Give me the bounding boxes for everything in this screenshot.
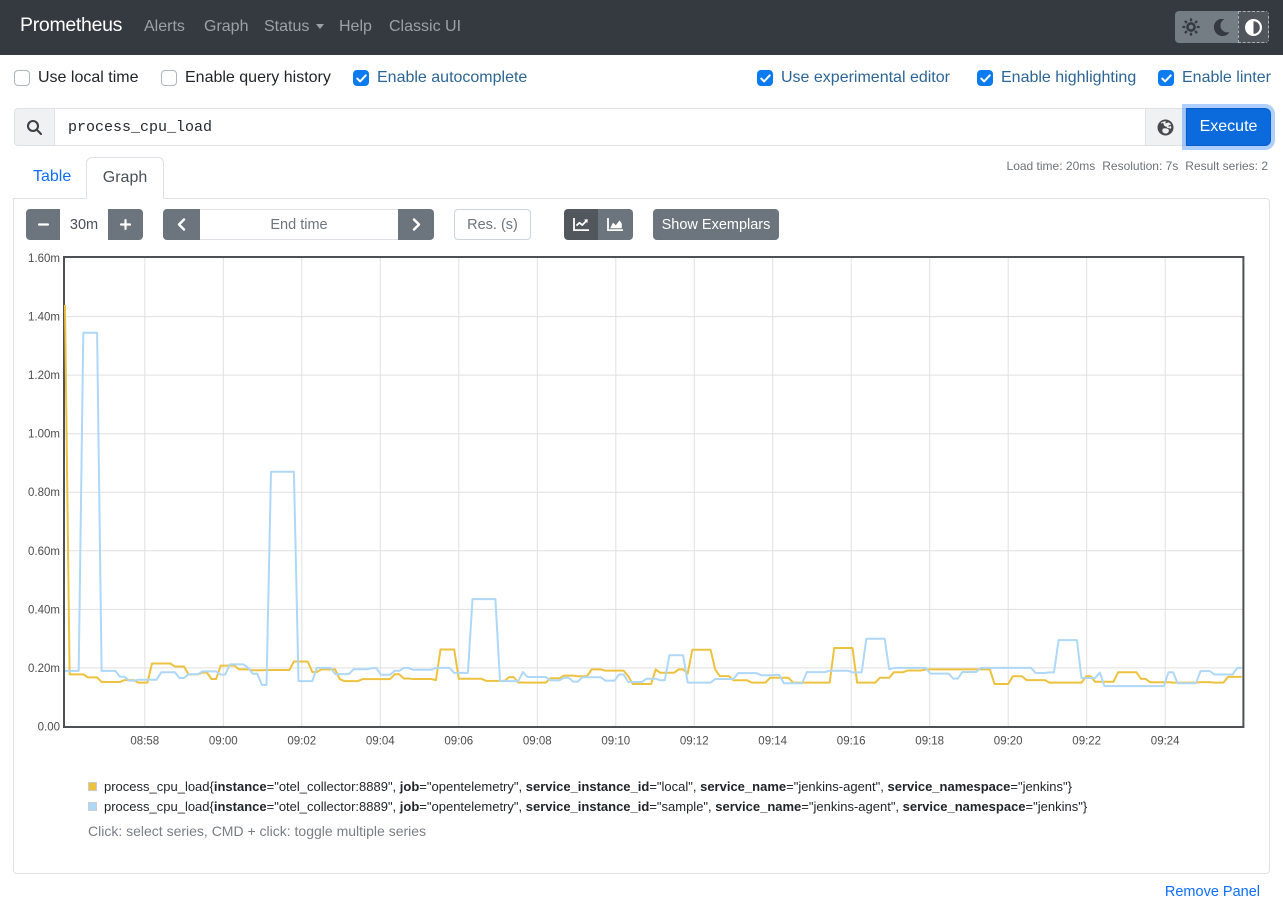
svg-text:1.20m: 1.20m: [28, 370, 60, 382]
svg-text:09:04: 09:04: [366, 736, 395, 748]
svg-text:1.60m: 1.60m: [28, 253, 60, 265]
svg-text:09:10: 09:10: [601, 736, 630, 748]
svg-text:09:16: 09:16: [837, 736, 866, 748]
svg-text:1.00m: 1.00m: [28, 429, 60, 441]
svg-text:09:08: 09:08: [523, 736, 552, 748]
svg-text:08:58: 08:58: [130, 736, 159, 748]
svg-text:09:22: 09:22: [1072, 736, 1101, 748]
svg-text:09:20: 09:20: [994, 736, 1023, 748]
svg-text:0.60m: 0.60m: [28, 546, 60, 558]
svg-text:09:00: 09:00: [209, 736, 238, 748]
svg-text:09:02: 09:02: [287, 736, 316, 748]
svg-text:0.80m: 0.80m: [28, 487, 60, 499]
svg-text:09:14: 09:14: [758, 736, 787, 748]
svg-text:09:12: 09:12: [680, 736, 709, 748]
svg-text:09:18: 09:18: [915, 736, 944, 748]
svg-text:0.20m: 0.20m: [28, 663, 60, 675]
svg-text:0.40m: 0.40m: [28, 604, 60, 616]
svg-text:0.00: 0.00: [38, 722, 60, 734]
svg-text:09:06: 09:06: [444, 736, 473, 748]
svg-text:1.40m: 1.40m: [28, 312, 60, 324]
svg-text:09:24: 09:24: [1151, 736, 1180, 748]
